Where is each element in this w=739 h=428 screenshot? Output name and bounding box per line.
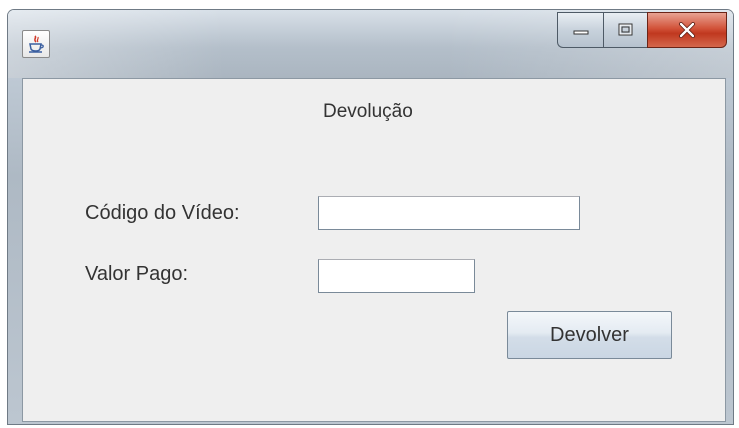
form-heading: Devolução bbox=[323, 101, 413, 122]
valor-pago-input[interactable] bbox=[318, 259, 475, 293]
close-button[interactable] bbox=[647, 12, 727, 48]
codigo-video-input[interactable] bbox=[318, 196, 580, 230]
app-window: Devolução Código do Vídeo: Valor Pago: D… bbox=[8, 10, 733, 424]
content-panel: Devolução Código do Vídeo: Valor Pago: D… bbox=[22, 78, 726, 422]
window-controls bbox=[557, 12, 727, 48]
minimize-icon bbox=[573, 30, 588, 35]
devolver-button[interactable]: Devolver bbox=[507, 311, 672, 359]
codigo-video-label: Código do Vídeo: bbox=[85, 202, 240, 224]
valor-pago-label: Valor Pago: bbox=[85, 263, 189, 285]
maximize-icon bbox=[618, 23, 632, 36]
maximize-button[interactable] bbox=[603, 12, 647, 48]
close-icon bbox=[679, 22, 695, 38]
title-bar[interactable] bbox=[8, 10, 733, 78]
minimize-button[interactable] bbox=[557, 12, 603, 48]
java-cup-icon[interactable] bbox=[22, 30, 50, 58]
